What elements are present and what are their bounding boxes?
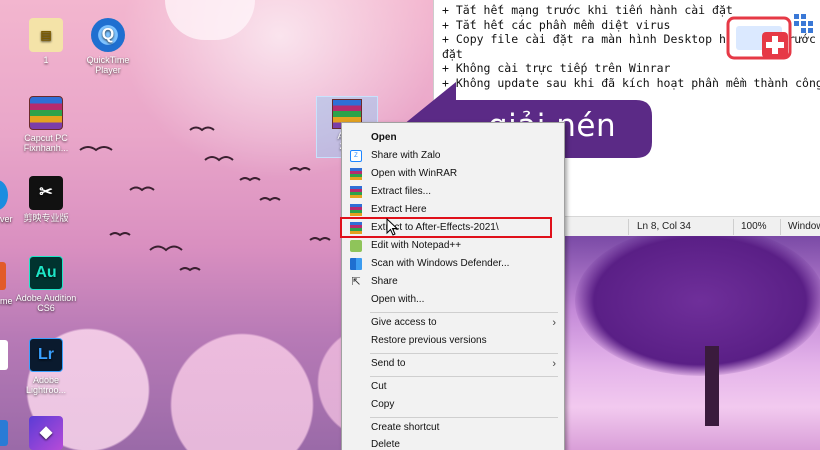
context-menu: Open Z Share with Zalo Open with WinRAR … (341, 122, 565, 450)
winrar-archive-icon (29, 96, 63, 130)
menu-separator (370, 353, 558, 354)
desktop-icon-capcut-cn[interactable]: ✂ 剪映专业版 (14, 176, 78, 223)
status-line-ending: Window (788, 221, 820, 232)
desktop-icon-file-1[interactable]: ▤ 1 (14, 18, 78, 65)
winrar-icon (350, 186, 362, 198)
menu-item-open-with[interactable]: Open with... (342, 291, 564, 309)
menu-item-edit-notepadpp[interactable]: Edit with Notepad++ (342, 237, 564, 255)
menu-item-delete[interactable]: Delete (342, 436, 564, 450)
menu-item-scan-defender[interactable]: Scan with Windows Defender... (342, 255, 564, 273)
menu-item-restore-versions[interactable]: Restore previous versions (342, 332, 564, 350)
document-icon: ▤ (29, 18, 63, 52)
status-zoom: 100% (741, 221, 767, 232)
defender-icon (350, 258, 362, 270)
quicktime-icon: Q (91, 18, 125, 52)
menu-item-share[interactable]: ⇱ Share (342, 273, 564, 291)
desktop-icon-lightroom[interactable]: Lr Adobe Lightroo... (14, 338, 78, 395)
mouse-pointer-icon (386, 218, 398, 236)
menu-item-create-shortcut[interactable]: Create shortcut (342, 419, 564, 437)
status-position: Ln 8, Col 34 (637, 221, 691, 232)
menu-item-cut[interactable]: Cut (342, 378, 564, 396)
status-separator (628, 219, 629, 235)
brand-logo (726, 14, 813, 60)
tree-canopy (575, 236, 820, 376)
partial-label-1: ver (0, 214, 13, 224)
partial-label-2: me (0, 296, 13, 306)
status-separator (780, 219, 781, 235)
winrar-icon (350, 204, 362, 216)
menu-item-share-zalo[interactable]: Z Share with Zalo (342, 147, 564, 165)
adobe-lightroom-icon: Lr (29, 338, 63, 372)
menu-separator (370, 417, 558, 418)
share-icon: ⇱ (351, 276, 361, 288)
wallpaper-tree-region (555, 236, 820, 450)
adobe-audition-icon: Au (29, 256, 63, 290)
menu-item-open-winrar[interactable]: Open with WinRAR (342, 165, 564, 183)
desktop-icon-partial-app[interactable]: ◆ (14, 416, 78, 450)
notepadpp-icon (350, 240, 362, 252)
desktop-icon-quicktime[interactable]: Q QuickTime Player (76, 18, 140, 75)
menu-separator (370, 376, 558, 377)
menu-item-extract-files[interactable]: Extract files... (342, 183, 564, 201)
winrar-icon (350, 168, 362, 180)
menu-item-give-access[interactable]: Give access to › (342, 314, 564, 332)
chevron-right-icon: › (552, 317, 556, 329)
menu-separator (370, 312, 558, 313)
desktop-icon-capcut-fix[interactable]: Capcut PC Fixnhanh... (14, 96, 78, 153)
desktop-icon-audition[interactable]: Au Adobe Audition CS6 (14, 256, 78, 313)
extract-to-highlight-box (340, 217, 552, 238)
status-separator (733, 219, 734, 235)
zalo-icon: Z (350, 150, 362, 162)
menu-item-open[interactable]: Open (342, 129, 564, 147)
partial-icon-left-2[interactable] (0, 262, 6, 290)
partial-icon-left-4[interactable] (0, 420, 8, 446)
tree-trunk (705, 346, 719, 426)
menu-item-send-to[interactable]: Send to › (342, 355, 564, 373)
menu-item-copy[interactable]: Copy (342, 396, 564, 414)
partial-icon-left-3[interactable] (0, 340, 8, 370)
capcut-icon: ✂ (29, 176, 63, 210)
chevron-right-icon: › (552, 358, 556, 370)
app-diamond-icon: ◆ (29, 416, 63, 450)
